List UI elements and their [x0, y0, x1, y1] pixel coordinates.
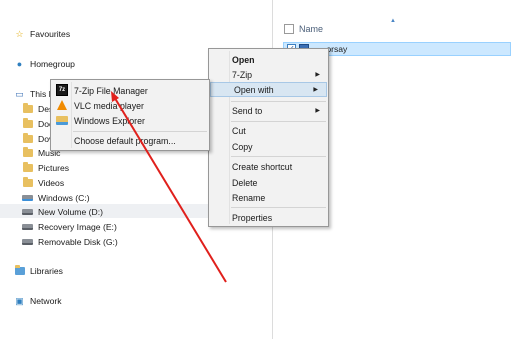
- annotation-arrow-head: [111, 91, 119, 102]
- annotation-arrow: [111, 91, 227, 283]
- annotation-arrow-line: [112, 94, 227, 283]
